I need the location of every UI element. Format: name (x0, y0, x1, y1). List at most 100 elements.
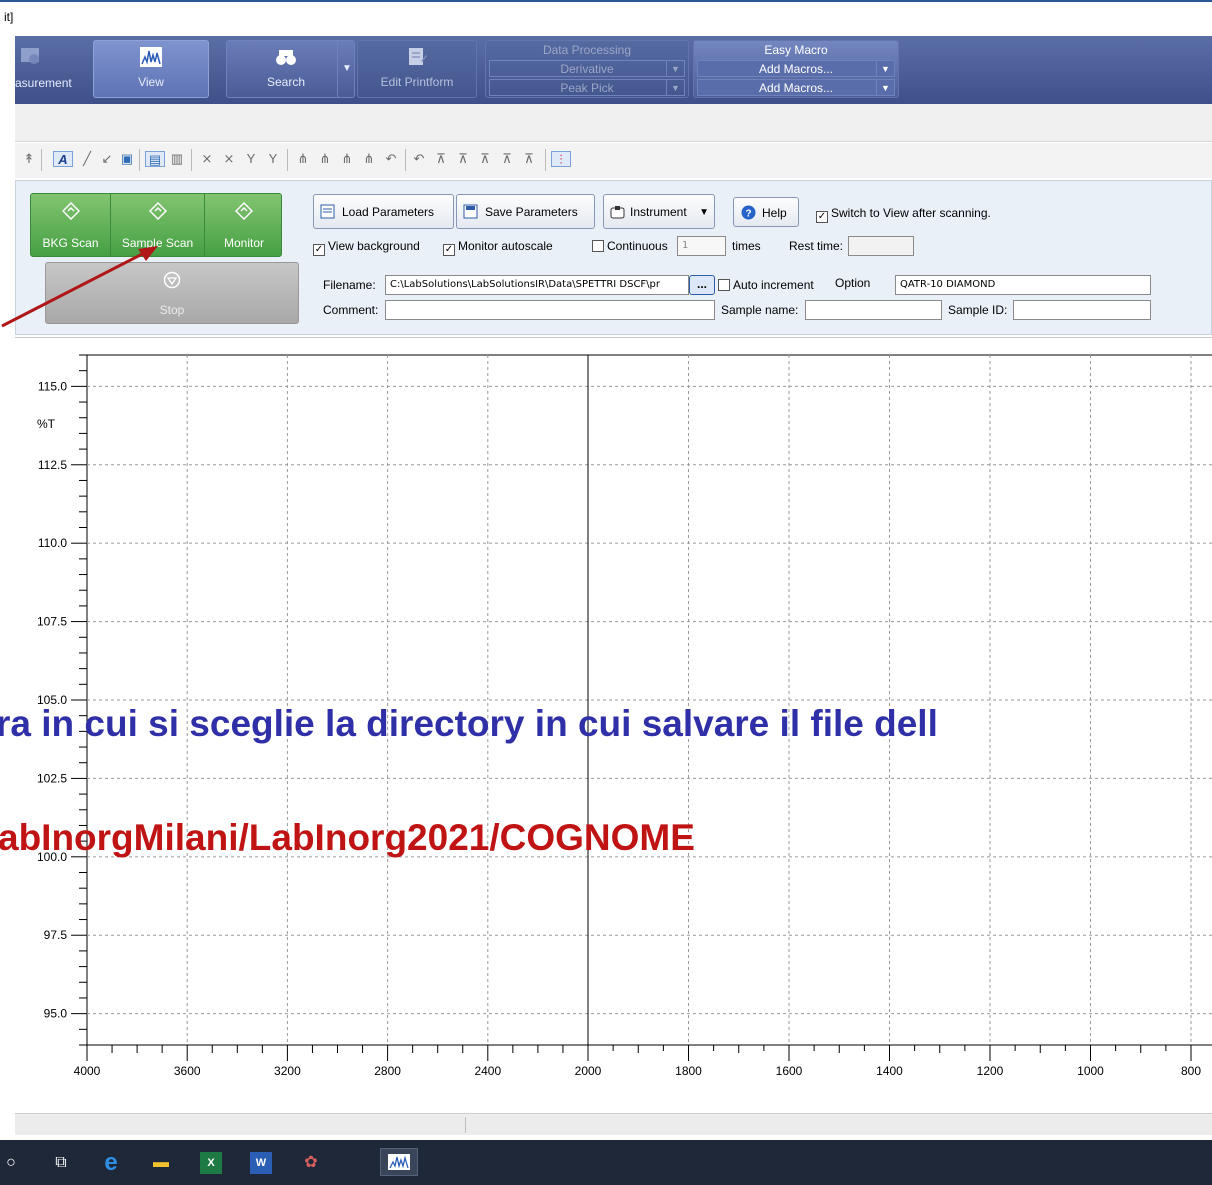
continuous-times-input[interactable]: 1 (677, 236, 726, 256)
switch-to-view-checkbox[interactable]: ✓ Switch to View after scanning. (816, 206, 991, 223)
instrument-dropdown[interactable]: Instrument ▼ (603, 194, 715, 229)
split-view-icon[interactable]: ▥ (169, 151, 185, 167)
edge-icon[interactable]: e (100, 1151, 122, 1175)
range-tool-1-icon[interactable]: ⊼ (433, 151, 449, 167)
undo-icon[interactable]: ↶ (411, 151, 427, 167)
x-tick-label: 1400 (876, 1064, 903, 1078)
scale-y-icon[interactable]: Y (243, 151, 259, 167)
checkmark-icon: ✓ (816, 211, 828, 223)
annotation-arrow (1, 246, 158, 328)
overlay-annotation-line1: ra in cui si sceglie la directory in cui… (0, 703, 938, 744)
line-tool-icon[interactable]: ╱ (79, 151, 95, 167)
word-icon[interactable]: W (250, 1152, 272, 1174)
undo-zoom-icon[interactable]: ↶ (383, 151, 399, 167)
filename-input[interactable]: C:\LabSolutions\LabSolutionsIR\Data\SPET… (385, 275, 689, 295)
save-icon (463, 204, 478, 219)
x-tick-label: 800 (1181, 1064, 1201, 1078)
edit-printform-button[interactable]: Edit Printform (357, 40, 477, 98)
add-macros-dropdown-2[interactable]: Add Macros... ▼ (697, 79, 895, 96)
comment-input[interactable] (385, 300, 715, 320)
y-tick-label: 110.0 (38, 536, 67, 550)
x-tick-label: 2000 (575, 1064, 602, 1078)
load-parameters-button[interactable]: Load Parameters (313, 194, 454, 229)
toolbar-separator (405, 149, 406, 171)
monitor-button[interactable]: Monitor (205, 194, 283, 256)
monitor-autoscale-checkbox[interactable]: ✓ Monitor autoscale (443, 239, 553, 256)
search-button[interactable]: Search (226, 40, 346, 98)
save-parameters-button[interactable]: Save Parameters (456, 194, 595, 229)
y-tick-label: 115.0 (38, 379, 67, 393)
instrument-icon (610, 206, 625, 219)
peak-pick-dropdown[interactable]: Peak Pick ▼ (489, 79, 685, 96)
easy-macro-title: Easy Macro (764, 43, 828, 57)
scale-x-icon[interactable]: ⨯ (199, 151, 215, 167)
option-input[interactable]: QATR-10 DIAMOND (895, 275, 1151, 295)
title-bar: it] (0, 0, 1212, 34)
filename-label: Filename: (323, 278, 376, 292)
browse-button[interactable]: ... (689, 275, 715, 295)
overlay-view-icon[interactable]: ▤ (145, 151, 165, 167)
labsolutions-icon[interactable] (380, 1148, 418, 1176)
toolbar-separator (41, 149, 42, 171)
peak-tool-2-icon[interactable]: ⋔ (317, 151, 333, 167)
derivative-dropdown[interactable]: Derivative ▼ (489, 60, 685, 77)
text-tool-icon[interactable]: A (53, 151, 73, 167)
toolbar-separator (139, 149, 140, 171)
view-toolbar: ↟ A ╱ ↙ ▣ ▤ ▥ ⨯ ⨯ Y Y ⋔ ⋔ ⋔ ⋔ ↶ ↶ ⊼ ⊼ ⊼ … (15, 143, 1212, 178)
checkmark-icon: ✓ (313, 244, 325, 256)
y-tick-label: 95.0 (44, 1007, 68, 1021)
y-tick-label: 112.5 (38, 458, 67, 472)
sample-name-input[interactable] (805, 300, 942, 320)
peak-tool-4-icon[interactable]: ⋔ (361, 151, 377, 167)
sample-id-input[interactable] (1013, 300, 1151, 320)
toolbar-separator (191, 149, 192, 171)
chevron-down-icon: ▼ (699, 207, 709, 218)
cortana-icon[interactable]: ○ (0, 1152, 22, 1174)
help-icon: ? (741, 205, 756, 220)
binoculars-icon (276, 50, 296, 65)
range-tool-4-icon[interactable]: ⊼ (499, 151, 515, 167)
svg-text:?: ? (746, 209, 752, 220)
range-tool-2-icon[interactable]: ⊼ (455, 151, 471, 167)
peak-tool-1-icon[interactable]: ⋔ (295, 151, 311, 167)
measurement-icon (21, 48, 39, 64)
app-icon[interactable]: ✿ (300, 1152, 322, 1174)
comment-label: Comment: (323, 303, 379, 317)
easy-macro-group: Easy Macro Add Macros... ▼ Add Macros...… (693, 40, 899, 98)
data-processing-title: Data Processing (542, 43, 632, 57)
excel-icon[interactable]: X (200, 1152, 222, 1174)
peak-marker-icon[interactable]: ⫶ (551, 151, 571, 167)
help-button[interactable]: ? Help (733, 197, 799, 227)
task-view-icon[interactable]: ⧉ (50, 1152, 72, 1174)
printform-icon (409, 48, 427, 65)
y-tick-label: 107.5 (37, 615, 67, 629)
diamond-arrow-icon (61, 202, 80, 220)
rest-time-input[interactable] (848, 236, 914, 256)
chevron-down-icon: ▼ (876, 61, 894, 76)
view-background-checkbox[interactable]: ✓ View background (313, 239, 420, 256)
arrow-tool-icon[interactable]: ↙ (99, 151, 115, 167)
search-dropdown[interactable]: ▼ (337, 40, 355, 98)
range-tool-3-icon[interactable]: ⊼ (477, 151, 493, 167)
ribbon-subbar (15, 104, 1212, 142)
image-tool-icon[interactable]: ▣ (119, 151, 135, 167)
range-tool-5-icon[interactable]: ⊼ (521, 151, 537, 167)
toolbar-separator (287, 149, 288, 171)
chevron-down-icon: ▼ (666, 61, 684, 76)
file-explorer-icon[interactable]: ▬ (150, 1152, 172, 1174)
add-macros-dropdown-1[interactable]: Add Macros... ▼ (697, 60, 895, 77)
scale-x2-icon[interactable]: ⨯ (221, 151, 237, 167)
continuous-checkbox[interactable]: Continuous (592, 239, 668, 253)
y-tick-label: 97.5 (44, 928, 68, 942)
measurement-button[interactable]: asurement (15, 40, 90, 98)
peak-tool-3-icon[interactable]: ⋔ (339, 151, 355, 167)
option-label: Option (835, 276, 871, 290)
chevron-down-icon: ▼ (666, 80, 684, 95)
view-button[interactable]: View (93, 40, 209, 98)
peak-label-icon[interactable]: ↟ (21, 151, 37, 167)
auto-increment-checkbox[interactable]: Auto increment (718, 278, 814, 292)
data-processing-group: Data Processing Derivative ▼ Peak Pick ▼ (485, 40, 689, 98)
scale-y2-icon[interactable]: Y (265, 151, 281, 167)
overlay-annotation-line2: abInorgMilani/LabInorg2021/COGNOME (0, 817, 695, 858)
checkmark-icon: ✓ (443, 244, 455, 256)
